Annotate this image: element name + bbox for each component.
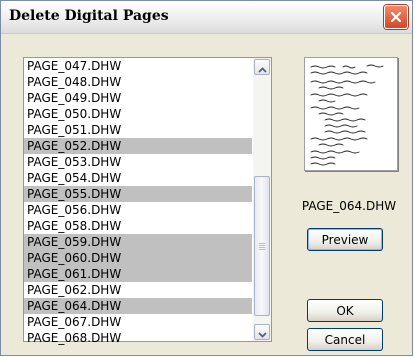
- list-item[interactable]: PAGE_068.DHW: [24, 330, 252, 346]
- list-scrollbar[interactable]: [253, 58, 271, 341]
- close-icon: [390, 8, 402, 27]
- dialog-title: Delete Digital Pages: [9, 8, 169, 24]
- list-item[interactable]: PAGE_064.DHW: [24, 298, 252, 314]
- list-item[interactable]: PAGE_047.DHW: [24, 58, 252, 74]
- list-item[interactable]: PAGE_059.DHW: [24, 234, 252, 250]
- list-item[interactable]: PAGE_067.DHW: [24, 314, 252, 330]
- ok-button[interactable]: OK: [307, 299, 383, 322]
- scroll-up-button[interactable]: [254, 59, 270, 75]
- file-list-items: PAGE_047.DHW PAGE_048.DHW PAGE_049.DHW PAGE…: [24, 58, 252, 346]
- list-item[interactable]: PAGE_062.DHW: [24, 282, 252, 298]
- list-item[interactable]: PAGE_054.DHW: [24, 170, 252, 186]
- handwriting-thumbnail-image: [310, 64, 384, 166]
- file-list[interactable]: PAGE_047.DHW PAGE_048.DHW PAGE_049.DHW PAGE…: [23, 57, 272, 345]
- chevron-up-icon: [257, 58, 267, 77]
- list-item[interactable]: PAGE_058.DHW: [24, 218, 252, 234]
- scroll-thumb[interactable]: [254, 176, 270, 316]
- list-item[interactable]: PAGE_055.DHW: [24, 186, 252, 202]
- preview-filename: PAGE_064.DHW: [301, 199, 397, 213]
- list-item[interactable]: PAGE_061.DHW: [24, 266, 252, 282]
- list-item[interactable]: PAGE_051.DHW: [24, 122, 252, 138]
- list-item[interactable]: PAGE_050.DHW: [24, 106, 252, 122]
- list-item[interactable]: PAGE_049.DHW: [24, 90, 252, 106]
- list-item[interactable]: PAGE_060.DHW: [24, 250, 252, 266]
- chevron-down-icon: [257, 323, 267, 342]
- grip-icon: [259, 242, 265, 250]
- cancel-button[interactable]: Cancel: [307, 328, 383, 351]
- delete-pages-dialog: Delete Digital Pages PAGE_047.DHW PAGE_04…: [0, 0, 413, 356]
- title-bar[interactable]: Delete Digital Pages: [1, 1, 412, 34]
- close-button[interactable]: [384, 5, 408, 29]
- preview-button[interactable]: Preview: [307, 228, 383, 251]
- list-item[interactable]: PAGE_052.DHW: [24, 138, 252, 154]
- page-thumbnail: [304, 57, 398, 171]
- list-item[interactable]: PAGE_053.DHW: [24, 154, 252, 170]
- list-item[interactable]: PAGE_056.DHW: [24, 202, 252, 218]
- scroll-down-button[interactable]: [254, 324, 270, 340]
- list-item[interactable]: PAGE_048.DHW: [24, 74, 252, 90]
